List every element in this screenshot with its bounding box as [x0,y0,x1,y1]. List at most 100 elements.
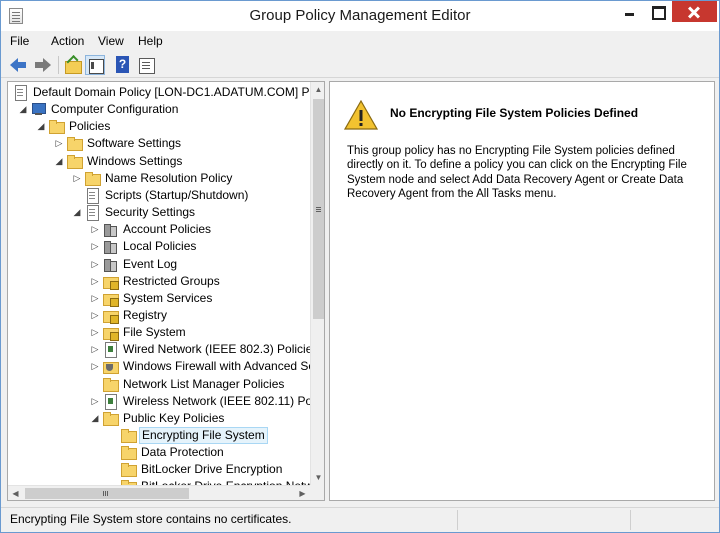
tree-item[interactable]: Network List Manager Policies [8,376,308,393]
expand-arrow-icon[interactable]: ▷ [90,238,100,255]
menu-view[interactable]: View [98,34,124,48]
folder-icon [84,171,101,186]
tree-item[interactable]: ▷ Account Policies [8,221,308,238]
details-pane: No Encrypting File System Policies Defin… [329,81,715,501]
tree-item[interactable]: ◢ Windows Settings [8,153,308,170]
scroll-left-arrow-icon[interactable]: ◀ [8,486,23,500]
account-policies-icon [102,222,118,238]
tree-item-label: Encrypting File System [139,427,268,444]
no-toggle [108,427,118,444]
tree-item[interactable]: ▷ Registry [8,307,308,324]
menu-file[interactable]: File [10,34,29,48]
tree-item[interactable]: Data Protection [8,444,308,461]
computer-icon [30,102,46,116]
expand-arrow-icon[interactable]: ▷ [90,221,100,238]
expand-arrow-icon[interactable]: ▷ [90,393,100,410]
grip-icon [103,491,104,496]
expand-arrow-icon[interactable]: ▷ [72,170,82,187]
collapse-arrow-icon[interactable]: ◢ [90,410,100,427]
security-settings-icon [84,205,100,222]
tree-item[interactable]: ▷ Windows Firewall with Advanced Sec [8,358,321,375]
tree-item[interactable]: ◢ Security Settings [8,204,308,222]
status-text: Encrypting File System store contains no… [10,512,292,526]
hscroll-thumb[interactable] [25,488,189,499]
folder-icon [102,411,119,426]
forward-button[interactable] [32,55,52,75]
maximize-button[interactable] [644,1,671,22]
up-one-level-button[interactable] [63,55,83,75]
tree-item-label: Name Resolution Policy [105,170,233,185]
tree-item-label: Policies [69,119,111,134]
menu-help[interactable]: Help [138,34,163,48]
close-button[interactable] [672,1,717,22]
folder-icon [102,377,119,392]
title-bar[interactable]: Group Policy Management Editor [1,1,719,31]
tree-item[interactable]: ◢ Policies [8,118,308,135]
collapse-arrow-icon[interactable]: ◢ [18,101,28,118]
tree-item[interactable]: ▷ Restricted Groups [8,273,308,290]
tree-item[interactable]: ▷ Software Settings [8,135,308,152]
tree-vertical-scrollbar[interactable]: ▲ ▼ [310,82,324,485]
network-doc-icon [102,393,118,410]
expand-arrow-icon[interactable]: ▷ [90,307,100,324]
tree-item-label: Registry [123,307,168,322]
minimize-button[interactable] [616,1,643,22]
tree-item[interactable]: ▷ Local Policies [8,238,308,255]
scroll-thumb[interactable] [313,99,324,319]
scroll-right-arrow-icon[interactable]: ▶ [295,486,310,500]
no-toggle [108,461,118,478]
tree-item[interactable]: ▷ Name Resolution Policy [8,170,308,187]
tree-item-label: Windows Firewall with Advanced Sec [123,359,322,374]
tree-item[interactable]: ▷ Wired Network (IEEE 802.3) Policies [8,341,318,359]
expand-arrow-icon[interactable]: ▷ [54,135,64,152]
tree-item-label: Computer Configuration [51,102,179,117]
no-toggle [8,84,10,101]
tree-item[interactable]: ▷ File System [8,324,308,342]
tree-item[interactable]: BitLocker Drive Encryption [8,461,308,478]
back-button[interactable] [9,55,29,75]
expand-arrow-icon[interactable]: ▷ [90,256,100,273]
properties-button[interactable] [136,55,156,75]
scroll-down-arrow-icon[interactable]: ▼ [311,470,324,485]
expand-arrow-icon[interactable]: ▷ [90,290,100,307]
expand-arrow-icon[interactable]: ▷ [90,273,100,290]
tree-item-label: System Services [123,290,213,305]
tree-item[interactable]: ▷ System Services [8,290,308,307]
tree-item[interactable]: ▷ Wireless Network (IEEE 802.11) Polici [8,393,324,410]
tree-item-label: Wired Network (IEEE 802.3) Policies [123,342,319,357]
tree-item-label: Wireless Network (IEEE 802.11) Polici [123,393,325,408]
tree-item[interactable]: Scripts (Startup/Shutdown) [8,187,308,204]
tree-item-label: BitLocker Drive Encryption [141,462,283,477]
expand-arrow-icon[interactable]: ▷ [90,324,100,341]
collapse-arrow-icon[interactable]: ◢ [72,204,82,221]
collapse-arrow-icon[interactable]: ◢ [36,118,46,135]
no-toggle [108,444,118,461]
console-tree[interactable]: Default Domain Policy [LON-DC1.ADATUM.CO… [7,81,325,501]
collapse-arrow-icon[interactable]: ◢ [54,153,64,170]
tree-item[interactable]: ◢ Public Key Policies [8,410,308,427]
menu-action[interactable]: Action [51,34,84,48]
scroll-up-arrow-icon[interactable]: ▲ [311,82,324,97]
tree-item[interactable]: Encrypting File System [8,427,308,444]
tree-item-label: Local Policies [123,239,197,254]
status-divider [630,510,631,530]
tree-item-label: Account Policies [123,222,212,237]
tree-item-label: Default Domain Policy [LON-DC1.ADATUM.CO… [33,85,322,99]
tree-item-label: Security Settings [105,205,196,220]
expand-arrow-icon[interactable]: ▷ [90,341,100,358]
locked-folder-icon [102,325,119,342]
event-log-icon [102,257,118,272]
show-hide-console-tree-button[interactable] [85,55,105,75]
tree-item[interactable]: ◢ Computer Configuration [8,101,308,118]
tree-item[interactable]: ▷ Event Log [8,256,308,273]
folder-icon [48,119,65,135]
tree-item-label: Software Settings [87,136,182,151]
tree-item[interactable]: Default Domain Policy [LON-DC1.ADATUM.CO… [8,84,322,101]
expand-arrow-icon[interactable]: ▷ [90,358,100,375]
tree-horizontal-scrollbar[interactable]: ◀ ▶ [8,485,310,500]
toolbar-separator [58,56,59,74]
locked-folder-icon [102,274,119,290]
help-button[interactable] [113,55,133,75]
scrollbar-corner [310,485,324,500]
folder-icon [66,136,83,152]
